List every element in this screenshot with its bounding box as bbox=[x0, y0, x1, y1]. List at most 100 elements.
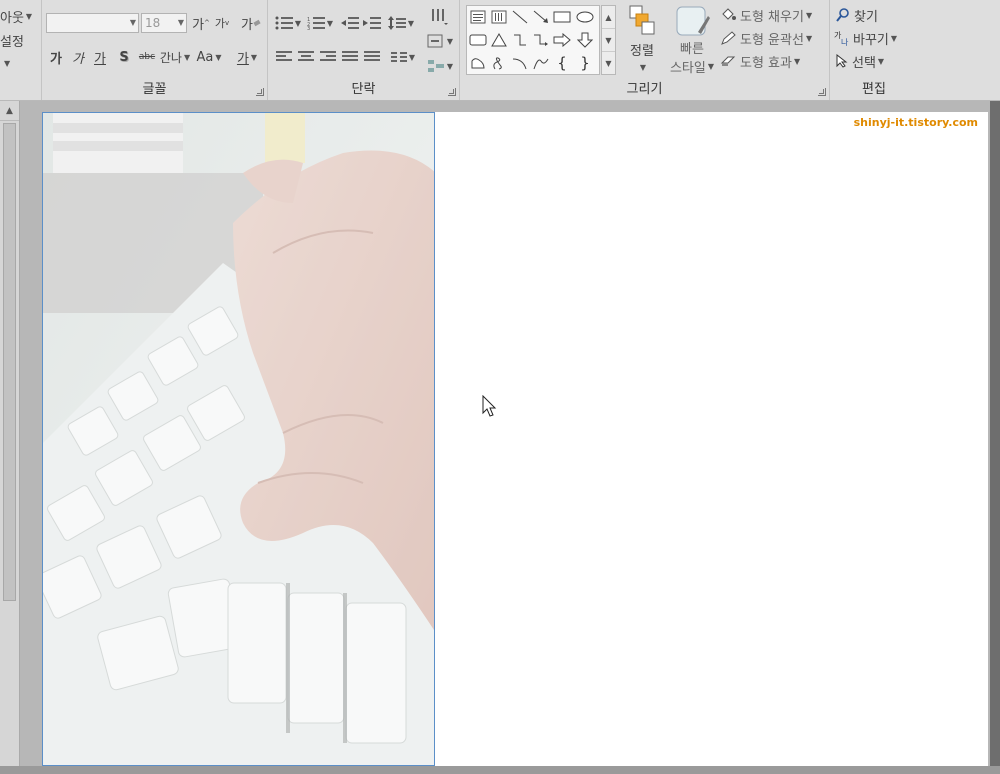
reset-button[interactable]: 설정 bbox=[0, 31, 24, 50]
underline-button[interactable]: 가 bbox=[92, 47, 108, 67]
clear-format-button[interactable]: 가 bbox=[240, 13, 262, 33]
search-icon bbox=[836, 8, 849, 22]
elbow-connector-shape-icon[interactable] bbox=[510, 30, 530, 50]
chevron-down-icon: ▼ bbox=[250, 52, 258, 62]
font-dialog-launcher-icon[interactable] bbox=[256, 88, 264, 96]
elbow-arrow-connector-shape-icon[interactable] bbox=[531, 30, 551, 50]
decrease-indent-button[interactable] bbox=[340, 13, 360, 33]
justify-button[interactable] bbox=[340, 47, 360, 67]
shapes-gallery[interactable]: { } bbox=[466, 5, 600, 75]
window-frame-right bbox=[990, 101, 1000, 774]
find-label: 찾기 bbox=[854, 9, 878, 25]
gallery-down-icon[interactable]: ▼ bbox=[602, 29, 615, 52]
align-right-button[interactable] bbox=[318, 47, 338, 67]
strikethrough-button[interactable]: abc bbox=[136, 47, 158, 67]
drawing-dialog-launcher-icon[interactable] bbox=[818, 88, 826, 96]
scroll-up-icon[interactable]: ▲ bbox=[0, 101, 19, 121]
shapes-gallery-scroll[interactable]: ▲ ▼ ▼ bbox=[601, 5, 616, 75]
replace-button[interactable]: 가나 바꾸기 ▼ bbox=[834, 29, 898, 48]
quick-styles-button[interactable]: 빠른 스타일 ▼ bbox=[664, 4, 720, 78]
bullets-button[interactable]: ▼ bbox=[274, 13, 302, 33]
align-left-icon bbox=[276, 51, 292, 63]
vertical-textbox-shape-icon[interactable] bbox=[489, 7, 509, 27]
text-direction-icon bbox=[432, 9, 448, 25]
freeform-shape-icon[interactable] bbox=[468, 53, 488, 73]
layout-label: 아웃 bbox=[0, 10, 24, 26]
editing-group: 찾기 가나 바꾸기 ▼ 선택 ▼ 편집 bbox=[830, 0, 918, 100]
align-center-button[interactable] bbox=[296, 47, 316, 67]
line-spacing-button[interactable]: ▼ bbox=[386, 13, 416, 33]
right-arrow-shape-icon[interactable] bbox=[552, 30, 572, 50]
numbering-button[interactable]: 123 ▼ bbox=[306, 13, 334, 33]
font-name-combo[interactable]: ▼ bbox=[46, 13, 139, 33]
arc-shape-icon[interactable] bbox=[510, 53, 530, 73]
font-color-label: 가 bbox=[236, 51, 249, 67]
rectangle-shape-icon[interactable] bbox=[552, 7, 572, 27]
shrink-font-button[interactable]: 가v bbox=[213, 13, 231, 33]
svg-text:3: 3 bbox=[307, 26, 310, 30]
grow-font-button[interactable]: 가 ^ bbox=[192, 13, 210, 33]
arrange-icon bbox=[629, 5, 655, 35]
distribute-button[interactable] bbox=[362, 47, 382, 67]
chevron-down-icon: ▼ bbox=[407, 18, 415, 28]
align-center-icon bbox=[298, 51, 314, 63]
arrow-line-shape-icon[interactable] bbox=[531, 7, 551, 27]
align-right-icon bbox=[320, 51, 336, 63]
scribble-shape-icon[interactable] bbox=[489, 53, 509, 73]
shrink-font-icon: 가 bbox=[214, 17, 225, 30]
scrollbar-thumb[interactable] bbox=[3, 123, 16, 601]
italic-button[interactable]: 가 bbox=[70, 47, 86, 67]
shape-effects-button[interactable]: 도형 효과 ▼ bbox=[720, 52, 800, 71]
change-case-button[interactable]: Aa ▼ bbox=[194, 47, 224, 67]
shape-outline-button[interactable]: 도형 윤곽선 ▼ bbox=[720, 29, 812, 48]
shadow-label: S bbox=[119, 49, 129, 65]
numbering-icon: 123 bbox=[307, 17, 325, 30]
find-button[interactable]: 찾기 bbox=[836, 6, 878, 25]
left-brace-shape-icon[interactable]: { bbox=[552, 53, 572, 73]
distribute-icon bbox=[364, 51, 380, 63]
shadow-button[interactable]: S bbox=[116, 47, 132, 67]
font-size-combo[interactable]: 18 ▼ bbox=[141, 13, 187, 33]
reset-label: 설정 bbox=[0, 34, 24, 50]
char-spacing-label: 간나 bbox=[159, 50, 182, 65]
underline-label: 가 bbox=[94, 51, 106, 67]
down-arrow-shape-icon[interactable] bbox=[575, 30, 595, 50]
chevron-down-icon: ▼ bbox=[25, 11, 33, 21]
section-button[interactable]: ▼ bbox=[2, 56, 10, 70]
chevron-down-icon: ▼ bbox=[294, 18, 302, 28]
bold-button[interactable]: 가 bbox=[48, 47, 64, 67]
oval-shape-icon[interactable] bbox=[575, 7, 595, 27]
paragraph-dialog-launcher-icon[interactable] bbox=[448, 88, 456, 96]
layout-button[interactable]: 아웃 ▼ bbox=[0, 7, 33, 26]
char-spacing-button[interactable]: 간나 ▼ bbox=[160, 47, 190, 67]
align-left-button[interactable] bbox=[274, 47, 294, 67]
vertical-scrollbar[interactable]: ▲ bbox=[0, 101, 20, 774]
arrange-button[interactable]: 정렬 ▼ bbox=[622, 4, 662, 76]
font-color-button[interactable]: 가 ▼ bbox=[232, 47, 262, 67]
change-case-label: Aa bbox=[196, 49, 214, 65]
curve-shape-icon[interactable] bbox=[531, 53, 551, 73]
right-brace-shape-icon[interactable]: } bbox=[575, 53, 595, 73]
triangle-shape-icon[interactable] bbox=[489, 30, 509, 50]
rounded-rect-shape-icon[interactable] bbox=[468, 30, 488, 50]
align-text-button[interactable]: ▼ bbox=[426, 31, 454, 51]
chevron-down-icon: ▼ bbox=[890, 33, 898, 43]
chevron-down-icon: ▼ bbox=[877, 56, 885, 66]
keyboard-photo[interactable] bbox=[42, 112, 435, 766]
shape-fill-button[interactable]: 도형 채우기 ▼ bbox=[720, 6, 812, 25]
line-shape-icon[interactable] bbox=[510, 7, 530, 27]
columns-button[interactable]: ▼ bbox=[388, 47, 418, 67]
replace-label: 바꾸기 bbox=[853, 32, 889, 48]
keyboard-hands-image bbox=[43, 113, 434, 765]
chevron-down-icon: ▼ bbox=[446, 36, 454, 46]
text-direction-button[interactable] bbox=[426, 5, 454, 27]
increase-indent-icon bbox=[363, 17, 381, 29]
paragraph-group: ▼ 123 ▼ ▼ ▼ ▼ ▼ 단락 bbox=[268, 0, 460, 100]
increase-indent-button[interactable] bbox=[362, 13, 382, 33]
select-label: 선택 bbox=[852, 55, 876, 71]
convert-smartart-button[interactable]: ▼ bbox=[426, 56, 454, 76]
textbox-shape-icon[interactable] bbox=[468, 7, 488, 27]
select-button[interactable]: 선택 ▼ bbox=[836, 52, 885, 71]
gallery-up-icon[interactable]: ▲ bbox=[602, 6, 615, 29]
gallery-more-icon[interactable]: ▼ bbox=[602, 52, 615, 75]
